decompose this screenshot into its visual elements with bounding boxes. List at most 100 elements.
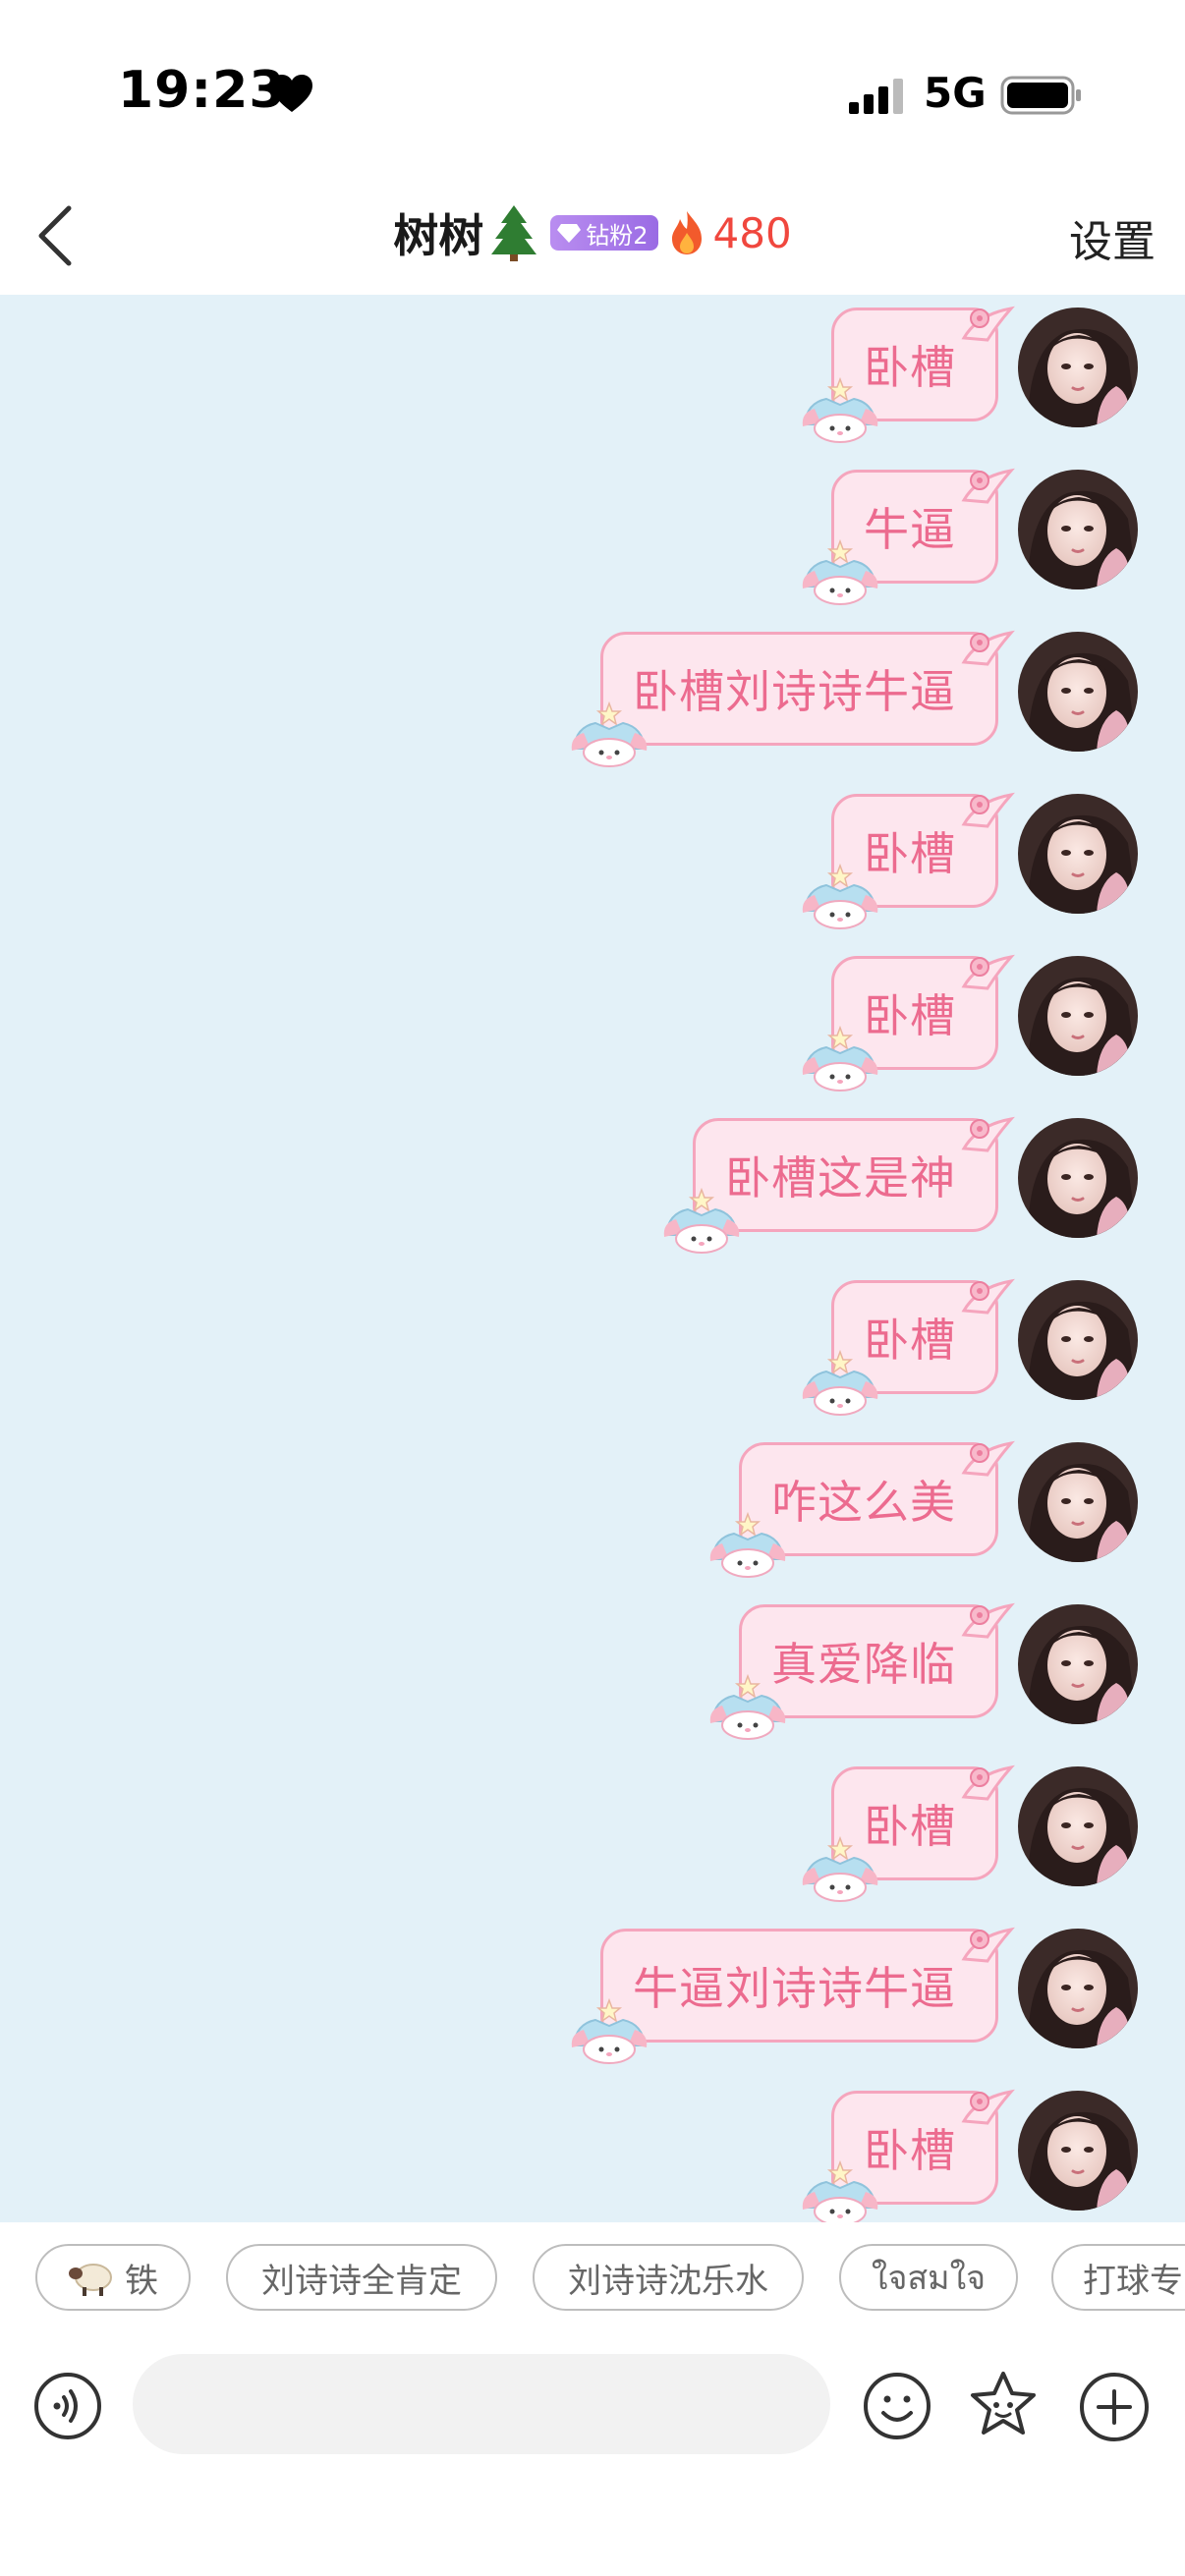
my-melody-sticker-icon — [797, 1024, 883, 1092]
christmas-tree-icon — [491, 205, 537, 261]
my-melody-sticker-icon — [797, 1834, 883, 1903]
voice-message-button[interactable] — [33, 2372, 102, 2440]
avatar[interactable] — [1018, 632, 1138, 752]
avatar[interactable] — [1018, 308, 1138, 427]
chat-message-list[interactable]: 卧槽 牛逼 卧槽刘诗诗牛逼 卧槽 卧槽 卧槽这是神 卧槽 咋这么美 真爱降临 卧槽 牛逼刘诗诗牛逼卧… — [0, 295, 1185, 2222]
message-bubble[interactable]: 卧槽 — [802, 792, 1015, 929]
message-bubble[interactable]: 卧槽 — [802, 1764, 1015, 1902]
quick-reply-label: ใจสมใจ — [871, 2259, 987, 2298]
header-title-group: 树树 钻粉2 480 — [0, 198, 1185, 267]
message-bubble[interactable]: 卧槽 — [802, 2089, 1015, 2222]
message-bubble[interactable]: 牛逼 — [802, 468, 1015, 605]
my-melody-sticker-icon — [705, 1510, 791, 1579]
message-row: 卧槽刘诗诗牛逼 — [0, 619, 1185, 767]
flower-bubble-decoration-icon — [958, 1601, 1017, 1641]
message-bubble[interactable]: 卧槽 — [802, 1278, 1015, 1416]
chat-header: 树树 钻粉2 480 设置 — [0, 177, 1185, 295]
avatar[interactable] — [1018, 1766, 1138, 1886]
message-row: 咋这么美 — [0, 1429, 1185, 1578]
flower-bubble-decoration-icon — [958, 1115, 1017, 1154]
quick-reply-chip[interactable]: 打球专 — [1051, 2244, 1185, 2311]
message-bubble[interactable]: 牛逼刘诗诗牛逼 — [571, 1927, 1015, 2064]
fan-badge-label: 钻粉2 — [586, 221, 649, 250]
message-row: 牛逼刘诗诗牛逼 — [0, 1916, 1185, 2064]
quick-reply-label: 刘诗诗全肯定 — [261, 2261, 462, 2301]
message-input-bar — [0, 2330, 1185, 2576]
message-bubble[interactable]: 卧槽这是神 — [663, 1116, 1015, 1254]
my-melody-sticker-icon — [797, 2158, 883, 2222]
emoji-button[interactable] — [863, 2372, 931, 2440]
message-row: 卧槽 — [0, 781, 1185, 929]
message-row: 卧槽 — [0, 943, 1185, 1092]
message-text: 牛逼刘诗诗牛逼 — [633, 1962, 956, 2015]
flower-bubble-decoration-icon — [958, 1277, 1017, 1316]
chat-streak-count: 480 — [712, 208, 792, 257]
message-bubble[interactable]: 咋这么美 — [709, 1440, 1015, 1578]
sheep-icon — [69, 2264, 112, 2296]
flower-bubble-decoration-icon — [958, 305, 1017, 344]
message-row: 牛逼 — [0, 457, 1185, 605]
avatar[interactable] — [1018, 794, 1138, 914]
avatar[interactable] — [1018, 1280, 1138, 1400]
message-row: 卧槽 — [0, 1267, 1185, 1416]
quick-reply-chip[interactable]: ใจสมใจ — [839, 2244, 1018, 2311]
my-melody-sticker-icon — [566, 1996, 652, 2065]
avatar[interactable] — [1018, 1929, 1138, 2048]
fan-level-badge: 钻粉2 — [550, 215, 658, 251]
flower-bubble-decoration-icon — [958, 2088, 1017, 2127]
message-row: 卧槽这是神 — [0, 1105, 1185, 1254]
quick-reply-label: 打球专 — [1083, 2261, 1183, 2301]
message-row: 卧槽 — [0, 295, 1185, 443]
my-melody-sticker-icon — [566, 700, 652, 768]
message-text: 卧槽刘诗诗牛逼 — [633, 665, 956, 718]
message-bubble[interactable]: 卧槽刘诗诗牛逼 — [571, 630, 1015, 767]
my-melody-sticker-icon — [705, 1672, 791, 1741]
avatar[interactable] — [1018, 1118, 1138, 1238]
avatar[interactable] — [1018, 956, 1138, 1076]
quick-reply-chip[interactable]: 刘诗诗沈乐水 — [533, 2244, 804, 2311]
battery-icon — [1000, 76, 1081, 115]
flower-bubble-decoration-icon — [958, 467, 1017, 506]
my-melody-sticker-icon — [797, 862, 883, 930]
message-text: 咋这么美 — [771, 1476, 956, 1529]
flower-bubble-decoration-icon — [958, 791, 1017, 830]
message-text: 真爱降临 — [771, 1638, 956, 1691]
settings-button[interactable]: 设置 — [1069, 206, 1156, 269]
message-input[interactable] — [133, 2354, 830, 2454]
quick-reply-bar: 铁 刘诗诗全肯定 刘诗诗沈乐水 ใจสมใจ 打球专 — [0, 2222, 1185, 2330]
sticker-button[interactable] — [967, 2370, 1040, 2442]
my-melody-sticker-icon — [658, 1186, 745, 1255]
quick-reply-label: 铁 — [125, 2261, 158, 2301]
flower-bubble-decoration-icon — [958, 629, 1017, 668]
message-bubble[interactable]: 真爱降临 — [709, 1602, 1015, 1740]
avatar[interactable] — [1018, 470, 1138, 589]
status-time: 19:23 — [118, 61, 286, 120]
quick-reply-chip[interactable]: 铁 — [35, 2244, 191, 2311]
status-bar: 19:23 5G — [0, 0, 1185, 177]
message-row: 卧槽 — [0, 2078, 1185, 2222]
flower-bubble-decoration-icon — [958, 953, 1017, 992]
flower-bubble-decoration-icon — [958, 1926, 1017, 1965]
cellular-signal-icon — [849, 79, 903, 114]
avatar[interactable] — [1018, 2091, 1138, 2211]
message-row: 真爱降临 — [0, 1592, 1185, 1740]
message-bubble[interactable]: 卧槽 — [802, 306, 1015, 443]
message-bubble[interactable]: 卧槽 — [802, 954, 1015, 1092]
diamond-icon — [557, 224, 582, 243]
flower-bubble-decoration-icon — [958, 1439, 1017, 1479]
quick-reply-chip[interactable]: 刘诗诗全肯定 — [226, 2244, 497, 2311]
my-melody-sticker-icon — [797, 375, 883, 444]
quick-reply-label: 刘诗诗沈乐水 — [568, 2261, 768, 2301]
avatar[interactable] — [1018, 1604, 1138, 1724]
network-type: 5G — [924, 69, 987, 117]
my-melody-sticker-icon — [797, 537, 883, 606]
heart-icon — [271, 75, 312, 112]
message-text: 卧槽这是神 — [725, 1151, 956, 1204]
more-options-button[interactable] — [1079, 2372, 1150, 2442]
my-melody-sticker-icon — [797, 1348, 883, 1417]
avatar[interactable] — [1018, 1442, 1138, 1562]
contact-name[interactable]: 树树 — [393, 200, 483, 265]
flame-icon — [671, 211, 702, 254]
message-row: 卧槽 — [0, 1754, 1185, 1902]
flower-bubble-decoration-icon — [958, 1764, 1017, 1803]
